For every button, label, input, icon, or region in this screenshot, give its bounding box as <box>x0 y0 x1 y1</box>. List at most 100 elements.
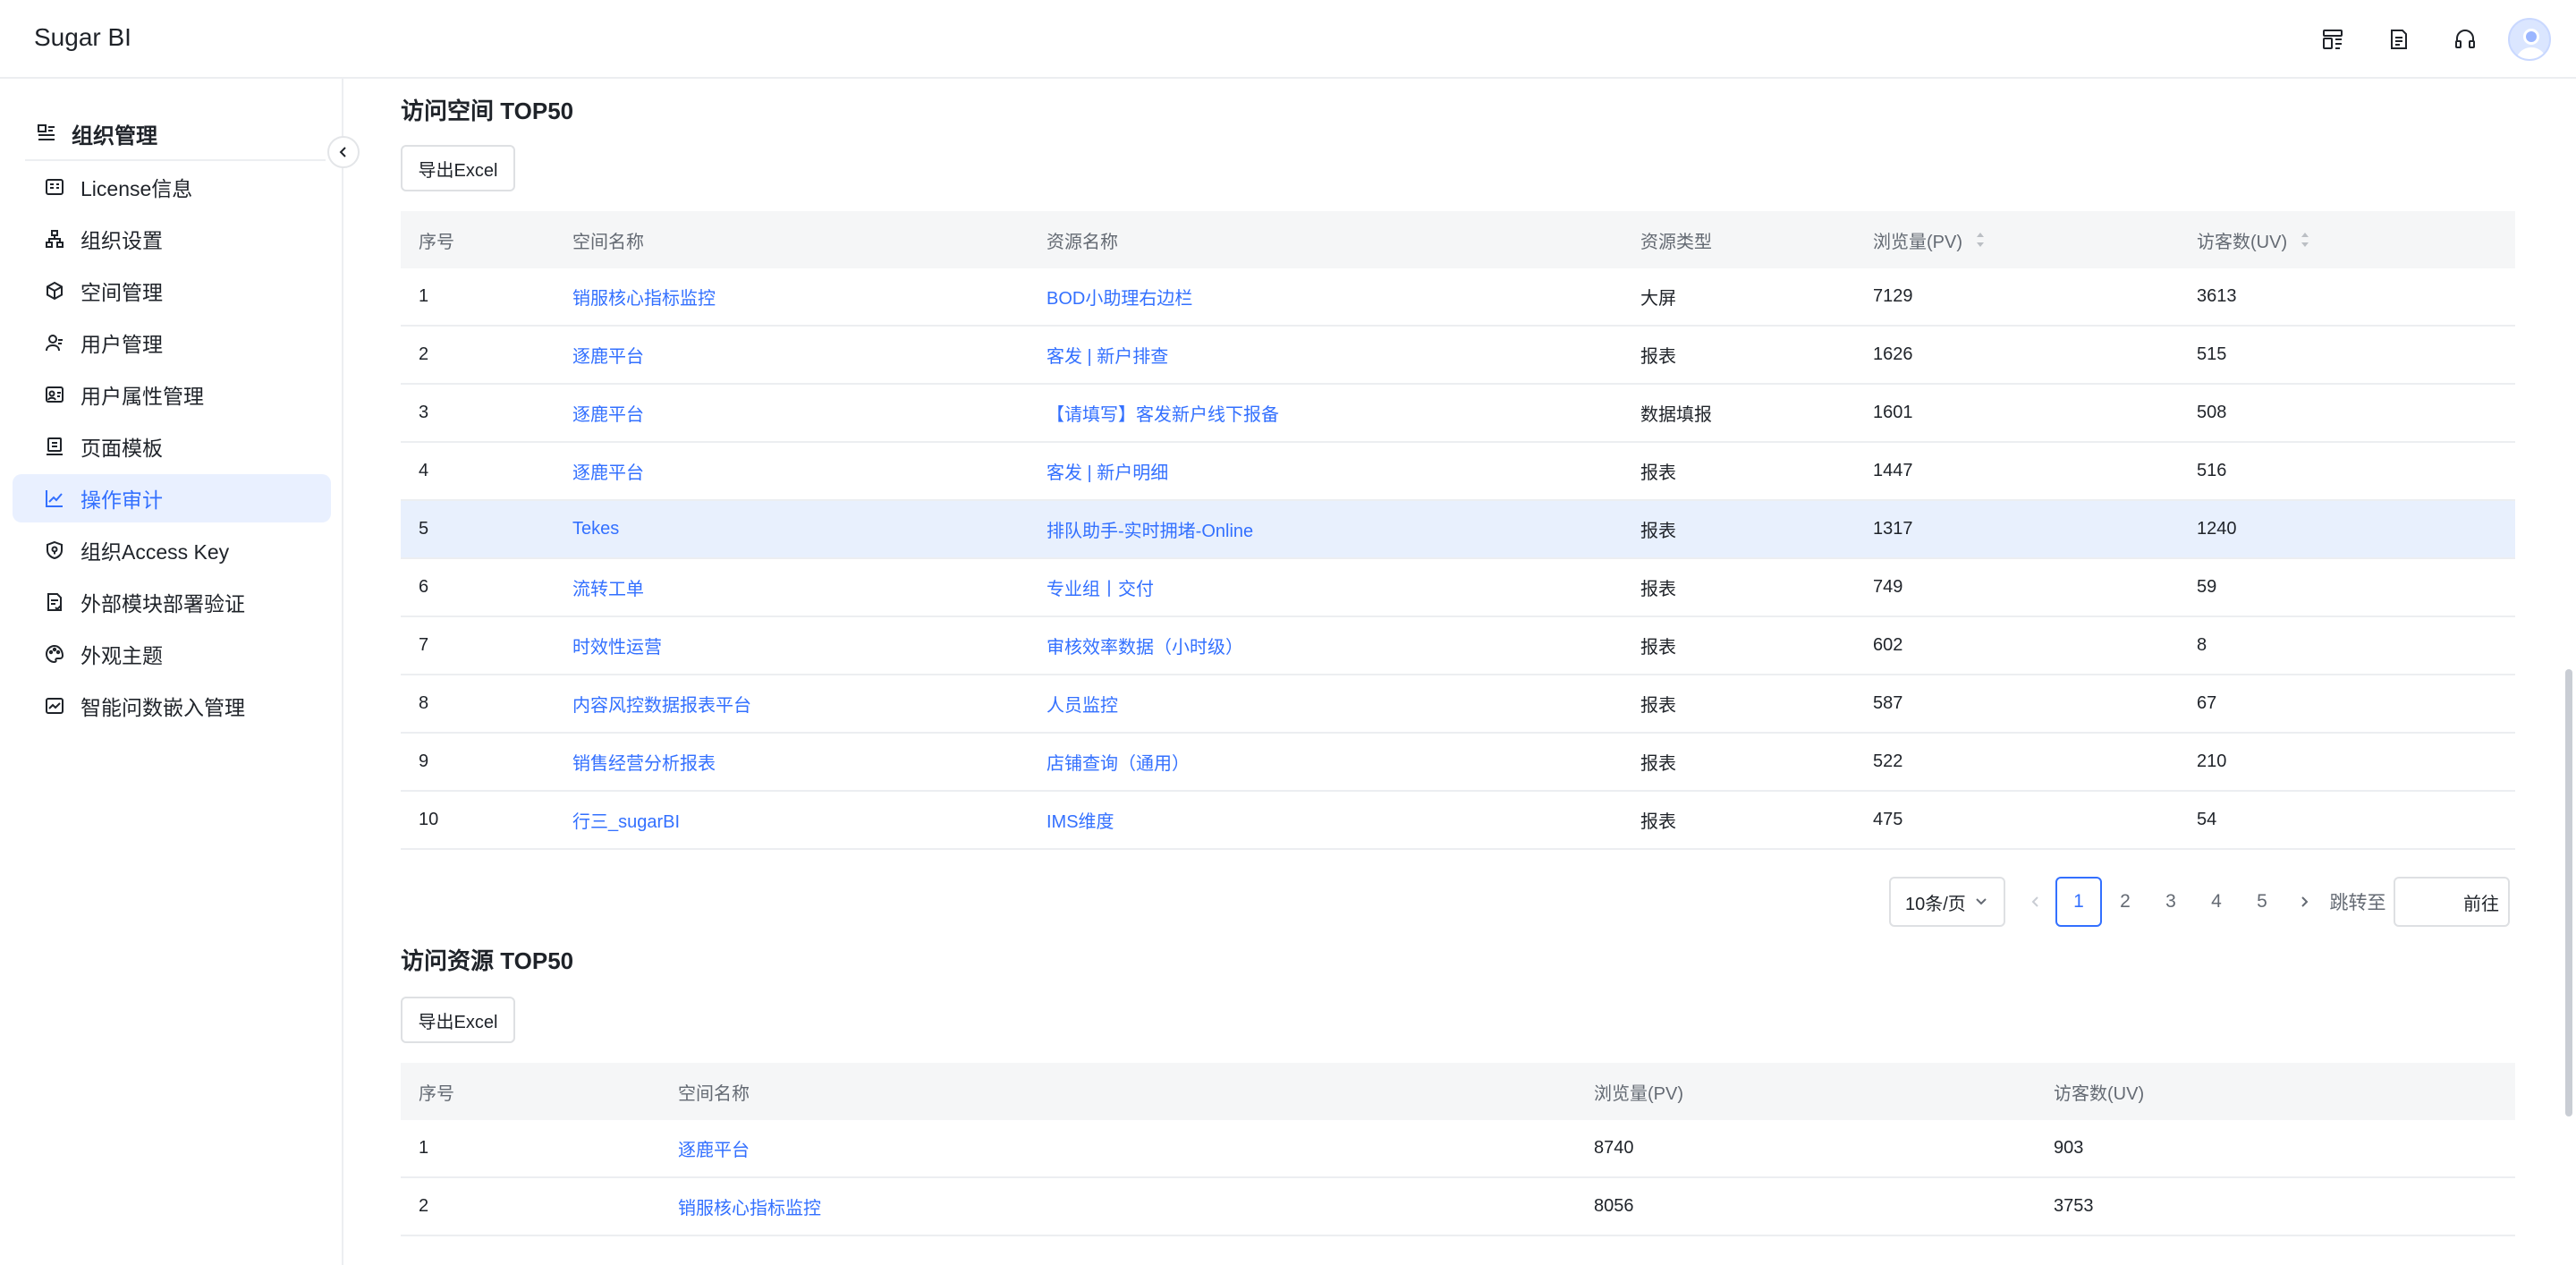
col-header-resource-type: 资源类型 <box>1640 232 1712 252</box>
cell-space-name[interactable]: 流转工单 <box>572 559 644 616</box>
cell-space-name[interactable]: 逐鹿平台 <box>572 385 644 441</box>
page-4-button[interactable]: 4 <box>2193 877 2240 927</box>
cell-resource-name[interactable]: BOD小助理右边栏 <box>1046 268 1192 325</box>
cube-icon <box>47 281 63 301</box>
sort-icon[interactable] <box>1975 232 1986 248</box>
sidebar-item-org-settings[interactable]: 组织设置 <box>13 215 331 263</box>
sidebar-collapse-button[interactable] <box>327 136 360 168</box>
cell-uv: 8 <box>2197 635 2207 655</box>
cell-pv: 8740 <box>1594 1138 1634 1158</box>
cell-resource-name[interactable]: 【请填写】客发新户线下报备 <box>1046 385 1279 441</box>
scrollbar[interactable] <box>2565 669 2572 1116</box>
shield-icon <box>47 540 63 560</box>
cell-space-name[interactable]: 逐鹿平台 <box>678 1120 750 1176</box>
page-size-select[interactable]: 10条/页 <box>1889 877 2005 927</box>
sidebar-item-space[interactable]: 空间管理 <box>13 267 331 315</box>
dashboard-icon[interactable] <box>2318 25 2347 54</box>
sidebar: 组织管理 License信息 组织设置 空间管理 用户管理 用户属性管理 页面模… <box>0 79 343 1265</box>
cell-uv: 508 <box>2197 403 2227 422</box>
table-row: 8 内容风控数据报表平台 人员监控 报表 587 67 <box>401 675 2515 734</box>
cell-space-name[interactable]: 逐鹿平台 <box>572 443 644 499</box>
cell-resource-name[interactable]: 店铺查询（通用） <box>1046 734 1190 790</box>
col-header-uv[interactable]: 访客数(UV) <box>2197 211 2310 268</box>
sidebar-item-audit[interactable]: 操作审计 <box>13 474 331 522</box>
cell-resource-type: 报表 <box>1640 580 1676 599</box>
col-header-pv[interactable]: 浏览量(PV) <box>1873 211 1986 268</box>
page-3-button[interactable]: 3 <box>2148 877 2194 927</box>
table-row: 4 逐鹿平台 客发 | 新户明细 报表 1447 516 <box>401 443 2515 501</box>
space-top-table: 序号 空间名称 资源名称 资源类型 浏览量(PV) 访客数(UV) 1 销服核心指… <box>401 211 2515 850</box>
table-row: 7 时效性运营 审核效率数据（小时级） 报表 602 8 <box>401 617 2515 675</box>
cell-resource-name[interactable]: 排队助手-实时拥堵-Online <box>1046 501 1253 557</box>
prev-page-button[interactable] <box>2018 877 2054 927</box>
cell-uv: 515 <box>2197 344 2227 364</box>
cell-index: 4 <box>419 461 429 480</box>
cell-index: 8 <box>419 693 429 713</box>
user-card-icon <box>46 386 64 403</box>
cell-resource-name[interactable]: 人员监控 <box>1046 675 1118 732</box>
cell-space-name[interactable]: 销售经营分析报表 <box>572 734 716 790</box>
cell-pv: 602 <box>1873 635 1903 655</box>
cell-space-name[interactable]: 行三_sugarBI <box>572 792 680 848</box>
document-icon[interactable] <box>2385 25 2413 54</box>
cell-space-name[interactable]: 销服核心指标监控 <box>572 268 716 325</box>
jump-to-label: 跳转至 <box>2329 893 2386 913</box>
cell-uv: 3753 <box>2054 1196 2094 1216</box>
cell-resource-name[interactable]: 客发 | 新户明细 <box>1046 443 1168 499</box>
cell-uv: 516 <box>2197 461 2227 480</box>
col-header-index: 序号 <box>419 1083 454 1104</box>
page-5-button[interactable]: 5 <box>2239 877 2285 927</box>
cell-uv: 59 <box>2197 577 2217 597</box>
sidebar-item-label: 智能问数嵌入管理 <box>80 696 245 719</box>
sidebar-item-theme[interactable]: 外观主题 <box>13 630 331 678</box>
col-header-pv-label: 浏览量(PV) <box>1873 232 1962 252</box>
sidebar-item-label: 用户属性管理 <box>80 385 204 408</box>
sidebar-item-access-key[interactable]: 组织Access Key <box>13 526 331 574</box>
sidebar-item-user-attributes[interactable]: 用户属性管理 <box>13 370 331 419</box>
cell-uv: 3613 <box>2197 286 2237 306</box>
cell-pv: 475 <box>1873 810 1903 829</box>
col-header-resource-name: 资源名称 <box>1046 232 1118 252</box>
cell-space-name[interactable]: 逐鹿平台 <box>572 327 644 383</box>
cell-uv: 903 <box>2054 1138 2084 1158</box>
resource-export-excel-button[interactable]: 导出Excel <box>401 997 515 1043</box>
cell-space-name[interactable]: 时效性运营 <box>572 617 662 674</box>
cell-resource-type: 报表 <box>1640 638 1676 658</box>
avatar[interactable] <box>2508 18 2551 61</box>
cell-resource-name[interactable]: 审核效率数据（小时级） <box>1046 617 1243 674</box>
chevron-left-icon <box>2031 896 2038 907</box>
cell-space-name[interactable]: Tekes <box>572 501 619 557</box>
cell-resource-name[interactable]: 客发 | 新户排查 <box>1046 327 1168 383</box>
sidebar-item-users[interactable]: 用户管理 <box>13 318 331 367</box>
table-row: 10 行三_sugarBI IMS维度 报表 475 54 <box>401 792 2515 850</box>
cell-space-name[interactable]: 内容风控数据报表平台 <box>572 675 751 732</box>
cell-pv: 1626 <box>1873 344 1913 364</box>
space-export-excel-button[interactable]: 导出Excel <box>401 145 515 191</box>
trend-icon <box>46 490 63 507</box>
headset-icon[interactable] <box>2451 25 2479 54</box>
next-page-button[interactable] <box>2286 877 2322 927</box>
cell-index: 7 <box>419 635 429 655</box>
table-row: 3 逐鹿平台 【请填写】客发新户线下报备 数据填报 1601 508 <box>401 385 2515 443</box>
sidebar-item-external-module[interactable]: 外部模块部署验证 <box>13 578 331 626</box>
cell-space-name[interactable]: 销服核心指标监控 <box>678 1178 821 1235</box>
cell-uv: 67 <box>2197 693 2217 713</box>
space-top-title: 访问空间 TOP50 <box>401 98 574 124</box>
chevron-down-icon <box>1976 898 1987 905</box>
sort-icon[interactable] <box>2300 232 2310 248</box>
col-header-uv: 访客数(UV) <box>2054 1083 2145 1104</box>
sidebar-item-label: 组织Access Key <box>80 540 230 564</box>
page-2-button[interactable]: 2 <box>2102 877 2148 927</box>
cell-pv: 1601 <box>1873 403 1913 422</box>
col-header-pv: 浏览量(PV) <box>1594 1083 1683 1104</box>
page-1-button[interactable]: 1 <box>2055 877 2102 927</box>
jump-page-input[interactable]: 前往 <box>2394 877 2510 927</box>
cell-resource-name[interactable]: IMS维度 <box>1046 792 1114 848</box>
cell-resource-name[interactable]: 专业组丨交付 <box>1046 559 1154 616</box>
page-size-value: 10条/页 <box>1905 894 1966 914</box>
sidebar-item-label: License信息 <box>80 177 193 200</box>
sidebar-item-smart-embed[interactable]: 智能问数嵌入管理 <box>13 682 331 730</box>
sidebar-item-page-template[interactable]: 页面模板 <box>13 422 331 471</box>
doc-check-icon <box>47 593 62 611</box>
sidebar-item-license[interactable]: License信息 <box>13 163 331 211</box>
